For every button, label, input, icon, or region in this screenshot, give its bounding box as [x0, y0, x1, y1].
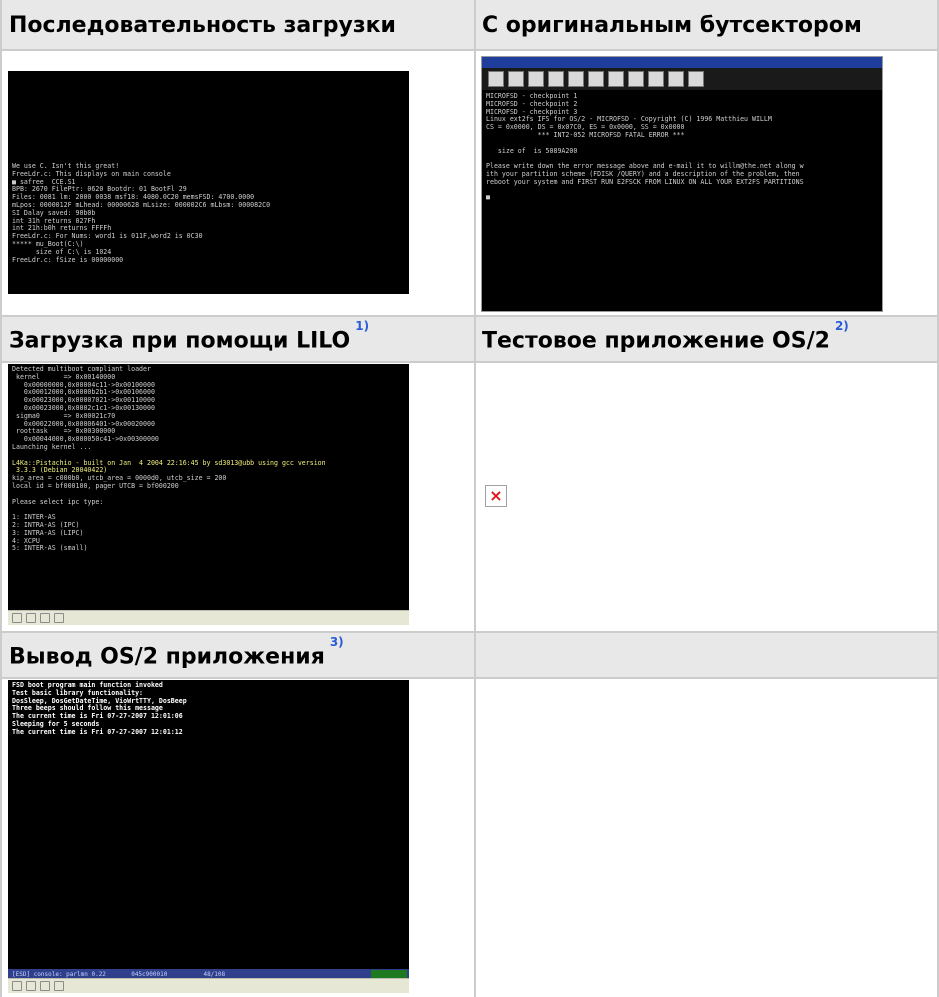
footnote-link-3[interactable]: 3) [330, 635, 344, 649]
header-empty [476, 633, 939, 677]
header-os2-test-app-label: Тестовое приложение OS/2 [482, 328, 830, 354]
toolbar-icon [40, 613, 50, 623]
emulator-toolbar [8, 978, 409, 993]
os2-output-screenshot: FSD boot program main function invoked T… [8, 680, 409, 993]
broken-image-glyph: × [489, 486, 503, 505]
header-os2-test-app: Тестовое приложение OS/2 2) [476, 317, 939, 361]
toolbar-icon [488, 71, 504, 87]
status-bar-text: [ESD] console: parlmn 0.22 045c900010 48… [12, 970, 226, 978]
toolbar-icon [54, 613, 64, 623]
boot-sequence-terminal-text: We use C. Isn't this great! FreeLdr.c: T… [12, 162, 271, 264]
toolbar-icon [548, 71, 564, 87]
screenshots-table: Последовательность загрузки С оригинальн… [0, 0, 939, 997]
grid-line [474, 0, 476, 997]
grid-line [0, 315, 939, 317]
toolbar-icon [628, 71, 644, 87]
toolbar-icon [508, 71, 524, 87]
grid-line [0, 631, 939, 633]
original-bootsector-terminal-text: MICROFSD - checkpoint 1 MICROFSD - check… [486, 92, 804, 202]
toolbar-icon [26, 981, 36, 991]
toolbar-icon [568, 71, 584, 87]
toolbar-icon [26, 613, 36, 623]
grid-line [0, 677, 939, 679]
vga-window-titlebar [482, 57, 882, 68]
toolbar-icon [528, 71, 544, 87]
lilo-terminal-text: Detected multiboot compliant loader kern… [12, 365, 326, 553]
header-boot-sequence-text: Последовательность загрузки [9, 13, 396, 38]
header-os2-output-text: Вывод OS/2 приложения 3) [9, 636, 344, 670]
footnote-link-2[interactable]: 2) [835, 319, 849, 333]
toolbar-icon [12, 981, 22, 991]
header-original-bootsector: С оригинальным бутсектором [476, 0, 939, 49]
toolbar-icon [588, 71, 604, 87]
footnote-link-1[interactable]: 1) [355, 319, 369, 333]
toolbar-icon [668, 71, 684, 87]
status-indicator [371, 970, 407, 978]
emulator-toolbar [8, 610, 409, 625]
header-lilo-boot-label: Загрузка при помощи LILO [9, 328, 351, 354]
lilo-boot-screenshot: Detected multiboot compliant loader kern… [8, 364, 409, 625]
toolbar-icon [608, 71, 624, 87]
toolbar-icon [12, 613, 22, 623]
grid-line [0, 361, 939, 363]
header-os2-output-label: Вывод OS/2 приложения [9, 644, 325, 670]
toolbar-icon [688, 71, 704, 87]
os2-output-terminal-text: FSD boot program main function invoked T… [12, 681, 187, 736]
header-original-bootsector-text: С оригинальным бутсектором [482, 13, 862, 38]
header-os2-output: Вывод OS/2 приложения 3) [0, 633, 474, 677]
header-boot-sequence: Последовательность загрузки [0, 0, 474, 49]
toolbar-icon [54, 981, 64, 991]
original-bootsector-screenshot: MICROFSD - checkpoint 1 MICROFSD - check… [481, 56, 883, 312]
grid-line [0, 49, 939, 51]
grid-line [0, 0, 2, 997]
boot-sequence-screenshot: We use C. Isn't this great! FreeLdr.c: T… [8, 71, 409, 294]
header-lilo-boot-text: Загрузка при помощи LILO 1) [9, 320, 369, 354]
broken-image-icon: × [485, 485, 507, 507]
header-lilo-boot: Загрузка при помощи LILO 1) [0, 317, 474, 361]
header-os2-test-app-text: Тестовое приложение OS/2 2) [482, 320, 849, 354]
toolbar-icon [648, 71, 664, 87]
toolbar-icon [40, 981, 50, 991]
vga-toolbar [482, 68, 882, 90]
